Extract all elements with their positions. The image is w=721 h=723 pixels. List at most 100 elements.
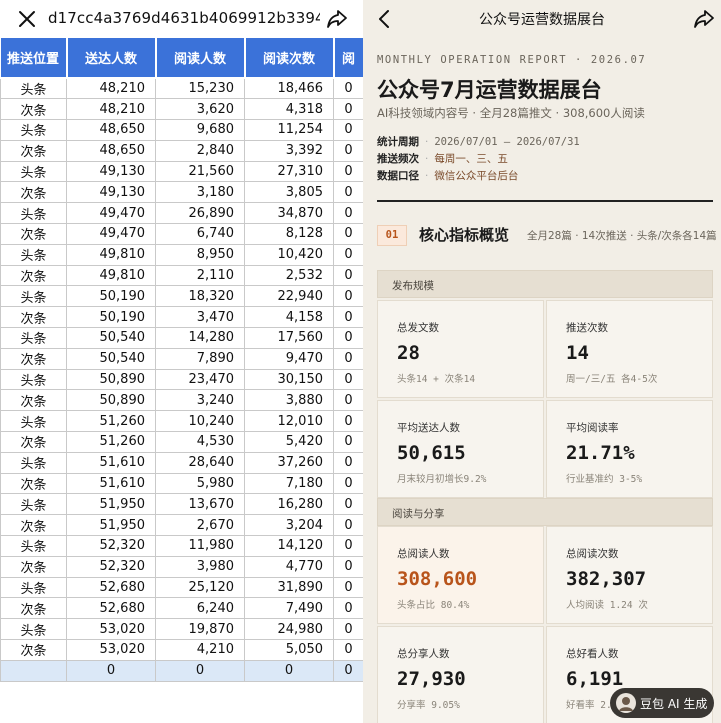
table-cell[interactable]: 50,190 bbox=[66, 306, 156, 329]
table-cell[interactable]: 4,770 bbox=[244, 555, 334, 578]
table-cell[interactable]: 12,010 bbox=[244, 410, 334, 433]
table-cell[interactable]: 0 bbox=[333, 181, 363, 204]
table-cell[interactable]: 2,532 bbox=[244, 264, 334, 287]
table-cell[interactable]: 0 bbox=[333, 410, 363, 433]
table-cell[interactable]: 4,158 bbox=[244, 306, 334, 329]
table-cell[interactable]: 25,120 bbox=[155, 576, 245, 599]
table-cell[interactable]: 50,890 bbox=[66, 389, 156, 412]
total-cell[interactable]: 0 bbox=[244, 659, 334, 682]
table-cell[interactable]: 头条 bbox=[0, 119, 67, 141]
table-cell[interactable]: 次条 bbox=[0, 223, 67, 245]
table-cell[interactable]: 0 bbox=[333, 472, 363, 495]
table-cell[interactable]: 次条 bbox=[0, 639, 67, 661]
table-cell[interactable]: 0 bbox=[333, 98, 363, 121]
table-cell[interactable]: 0 bbox=[333, 597, 363, 620]
table-cell[interactable]: 49,470 bbox=[66, 223, 156, 245]
table-cell[interactable]: 52,320 bbox=[66, 555, 156, 578]
table-cell[interactable]: 18,466 bbox=[244, 77, 334, 100]
table-cell[interactable]: 3,880 bbox=[244, 389, 334, 412]
table-cell[interactable]: 2,840 bbox=[155, 139, 245, 162]
table-cell[interactable]: 次条 bbox=[0, 555, 67, 578]
table-cell[interactable]: 14,120 bbox=[244, 535, 334, 557]
table-cell[interactable]: 0 bbox=[333, 306, 363, 329]
table-cell[interactable]: 0 bbox=[333, 139, 363, 162]
share-icon[interactable] bbox=[324, 6, 350, 32]
table-cell[interactable]: 0 bbox=[333, 431, 363, 453]
table-cell[interactable]: 28,640 bbox=[155, 451, 245, 474]
table-cell[interactable]: 50,540 bbox=[66, 347, 156, 370]
table-cell[interactable]: 49,810 bbox=[66, 264, 156, 287]
table-cell[interactable]: 4,210 bbox=[155, 639, 245, 661]
table-cell[interactable]: 0 bbox=[333, 389, 363, 412]
table-cell[interactable]: 34,870 bbox=[244, 202, 334, 225]
table-cell[interactable]: 3,980 bbox=[155, 555, 245, 578]
table-cell[interactable]: 9,680 bbox=[155, 119, 245, 141]
table-cell[interactable]: 头条 bbox=[0, 576, 67, 599]
table-cell[interactable]: 头条 bbox=[0, 410, 67, 433]
table-cell[interactable]: 0 bbox=[333, 77, 363, 100]
table-cell[interactable]: 8,950 bbox=[155, 243, 245, 266]
table-cell[interactable]: 50,190 bbox=[66, 285, 156, 308]
table-cell[interactable]: 头条 bbox=[0, 493, 67, 516]
table-cell[interactable]: 19,870 bbox=[155, 618, 245, 641]
table-cell[interactable]: 52,680 bbox=[66, 576, 156, 599]
table-cell[interactable]: 头条 bbox=[0, 202, 67, 225]
table-cell[interactable]: 次条 bbox=[0, 597, 67, 620]
table-cell[interactable]: 0 bbox=[333, 368, 363, 391]
table-cell[interactable]: 7,890 bbox=[155, 347, 245, 370]
col-header-readers[interactable]: 阅读人数 bbox=[155, 38, 246, 79]
table-cell[interactable]: 3,240 bbox=[155, 389, 245, 412]
table-cell[interactable]: 50,890 bbox=[66, 368, 156, 391]
table-cell[interactable]: 51,950 bbox=[66, 493, 156, 516]
table-cell[interactable]: 3,805 bbox=[244, 181, 334, 204]
table-cell[interactable]: 0 bbox=[333, 639, 363, 661]
table-cell[interactable]: 6,740 bbox=[155, 223, 245, 245]
col-header-delivered[interactable]: 送达人数 bbox=[66, 38, 157, 79]
table-cell[interactable]: 26,890 bbox=[155, 202, 245, 225]
table-cell[interactable]: 次条 bbox=[0, 431, 67, 453]
table-cell[interactable]: 0 bbox=[333, 119, 363, 141]
total-cell[interactable] bbox=[0, 659, 67, 682]
table-cell[interactable]: 2,670 bbox=[155, 514, 245, 537]
total-cell[interactable]: 0 bbox=[333, 659, 363, 682]
table-cell[interactable]: 31,890 bbox=[244, 576, 334, 599]
table-cell[interactable]: 3,470 bbox=[155, 306, 245, 329]
table-cell[interactable]: 头条 bbox=[0, 535, 67, 557]
table-cell[interactable]: 头条 bbox=[0, 327, 67, 349]
table-cell[interactable]: 0 bbox=[333, 285, 363, 308]
table-cell[interactable]: 次条 bbox=[0, 514, 67, 537]
table-cell[interactable]: 0 bbox=[333, 618, 363, 641]
table-cell[interactable]: 7,490 bbox=[244, 597, 334, 620]
table-cell[interactable]: 22,940 bbox=[244, 285, 334, 308]
table-cell[interactable]: 48,210 bbox=[66, 77, 156, 100]
table-cell[interactable]: 48,210 bbox=[66, 98, 156, 121]
table-cell[interactable]: 次条 bbox=[0, 347, 67, 370]
table-cell[interactable]: 16,280 bbox=[244, 493, 334, 516]
table-cell[interactable]: 51,610 bbox=[66, 472, 156, 495]
table-cell[interactable]: 0 bbox=[333, 347, 363, 370]
table-cell[interactable]: 3,392 bbox=[244, 139, 334, 162]
table-cell[interactable]: 11,980 bbox=[155, 535, 245, 557]
table-cell[interactable]: 5,420 bbox=[244, 431, 334, 453]
table-cell[interactable]: 次条 bbox=[0, 389, 67, 412]
table-cell[interactable]: 0 bbox=[333, 202, 363, 225]
table-cell[interactable]: 4,318 bbox=[244, 98, 334, 121]
table-cell[interactable]: 18,320 bbox=[155, 285, 245, 308]
table-cell[interactable]: 头条 bbox=[0, 618, 67, 641]
table-cell[interactable]: 次条 bbox=[0, 181, 67, 204]
table-cell[interactable]: 17,560 bbox=[244, 327, 334, 349]
table-cell[interactable]: 0 bbox=[333, 223, 363, 245]
table-cell[interactable]: 9,470 bbox=[244, 347, 334, 370]
table-cell[interactable]: 4,530 bbox=[155, 431, 245, 453]
total-cell[interactable]: 0 bbox=[155, 659, 245, 682]
table-cell[interactable]: 次条 bbox=[0, 472, 67, 495]
table-cell[interactable]: 头条 bbox=[0, 160, 67, 183]
table-cell[interactable]: 49,130 bbox=[66, 160, 156, 183]
table-cell[interactable]: 次条 bbox=[0, 139, 67, 162]
table-cell[interactable]: 0 bbox=[333, 264, 363, 287]
col-header-truncated[interactable]: 阅 bbox=[333, 38, 363, 79]
table-cell[interactable]: 5,050 bbox=[244, 639, 334, 661]
table-cell[interactable]: 30,150 bbox=[244, 368, 334, 391]
col-header-reads[interactable]: 阅读次数 bbox=[244, 38, 335, 79]
table-cell[interactable]: 头条 bbox=[0, 368, 67, 391]
